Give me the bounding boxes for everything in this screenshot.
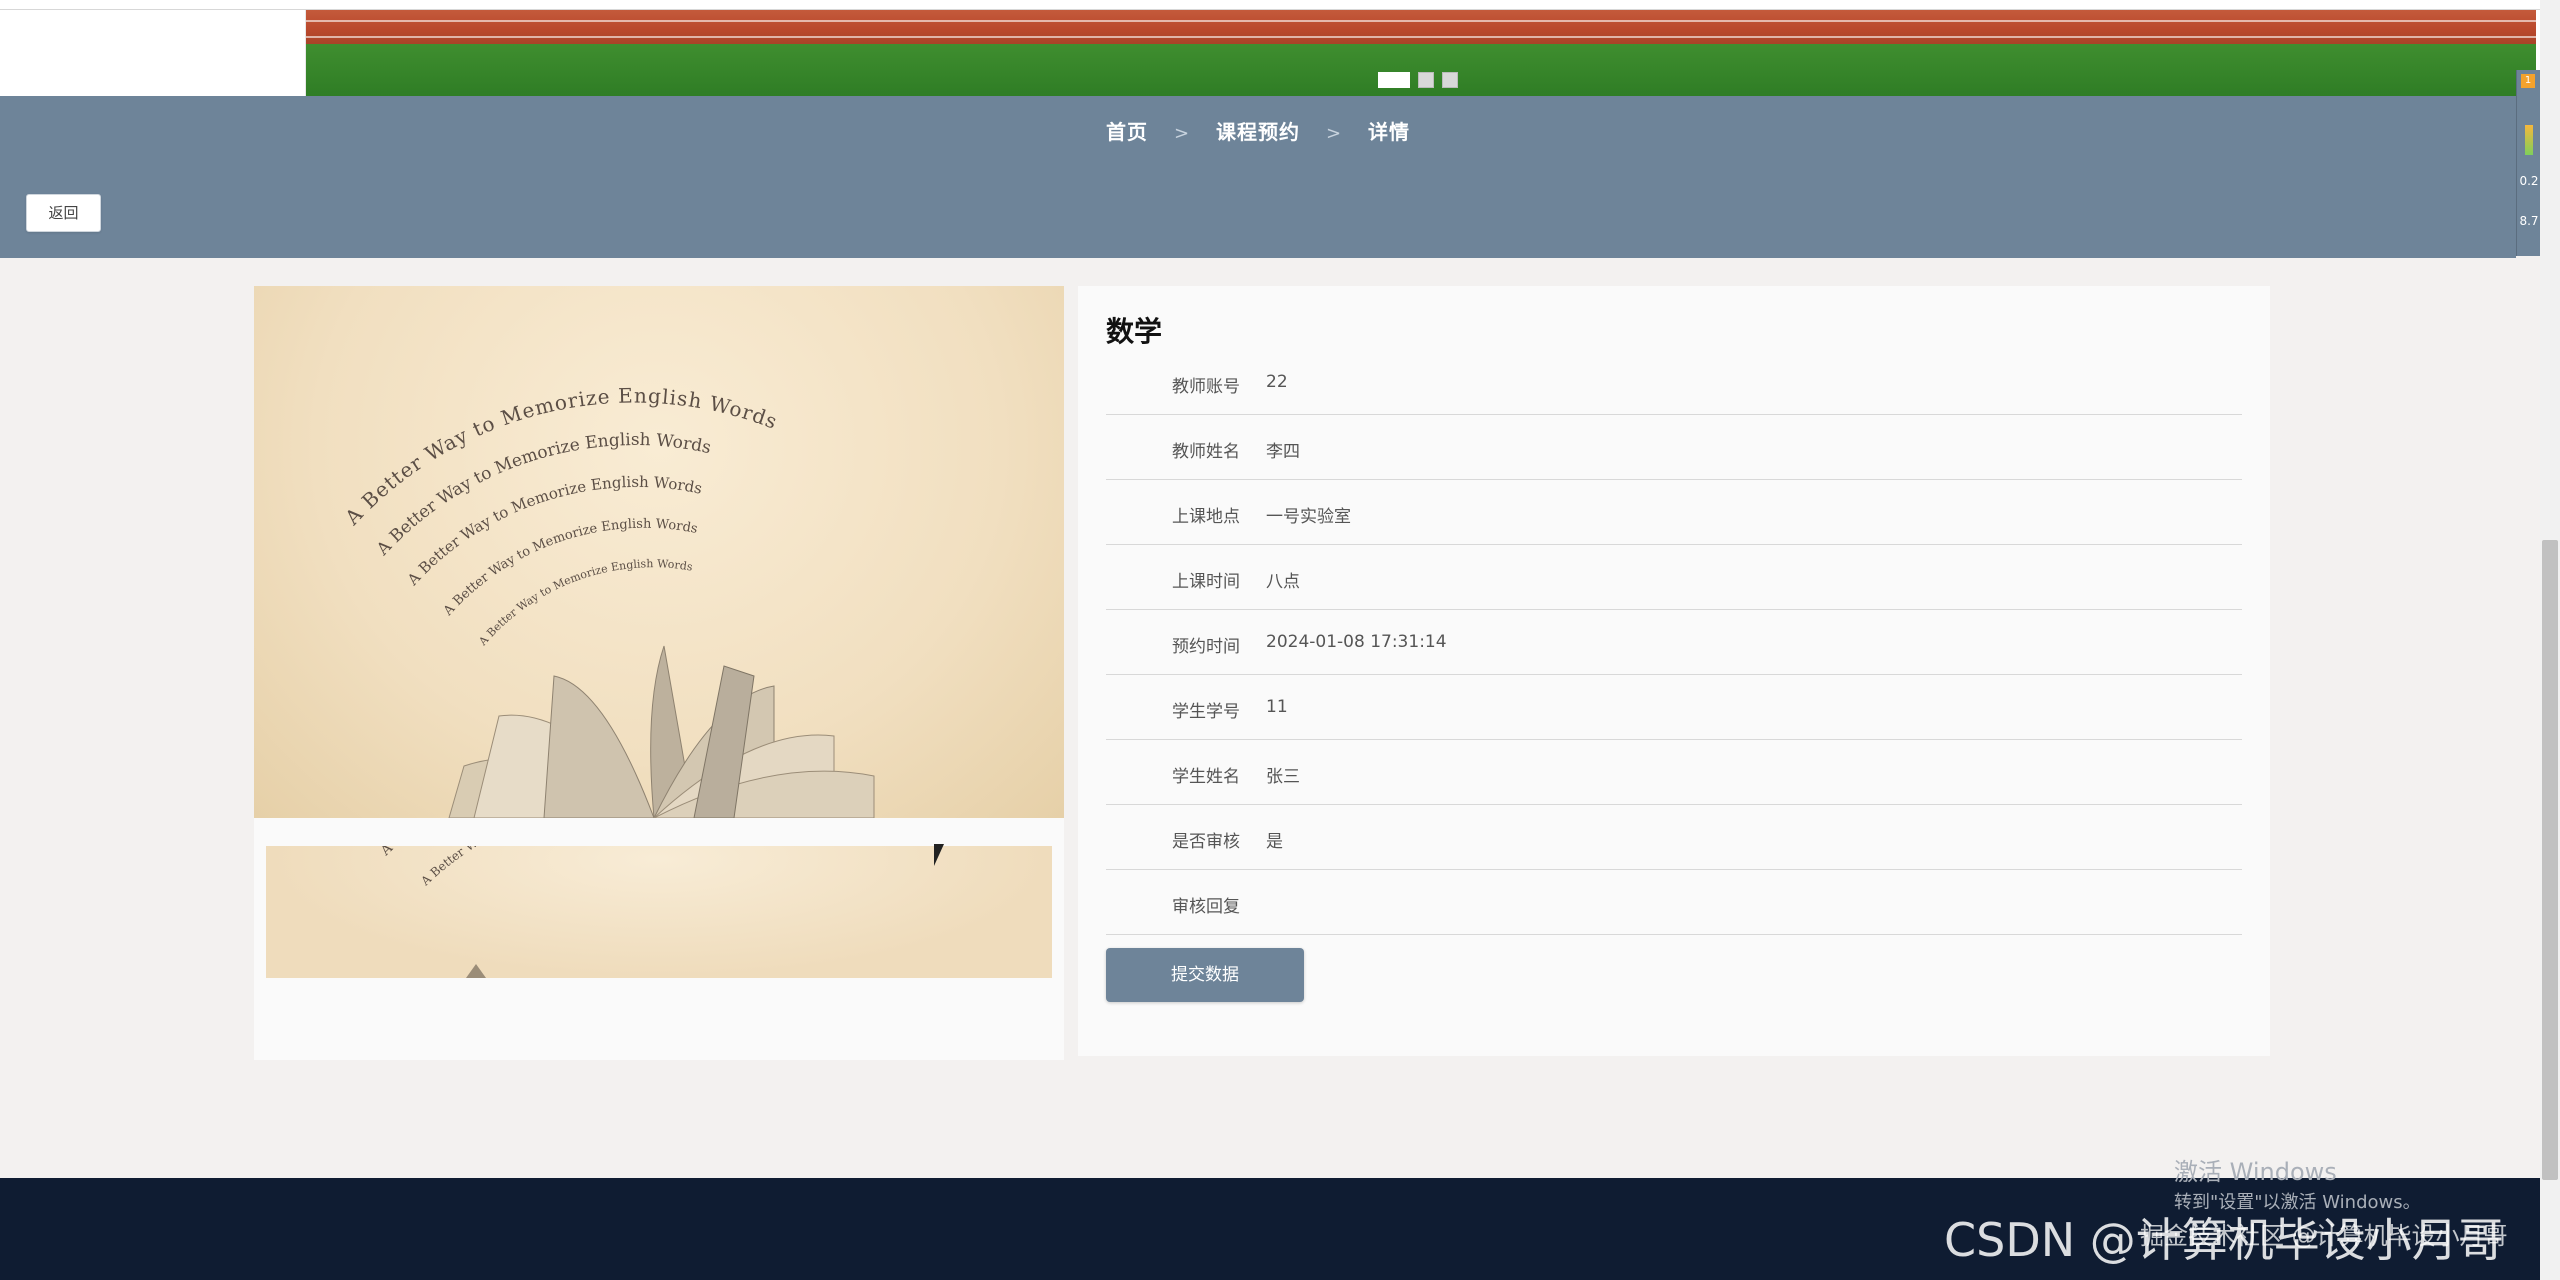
scrollbar-thumb[interactable] [2542,540,2558,1180]
running-track [306,10,2536,44]
carousel-dot-2[interactable] [1418,72,1434,88]
breadcrumb-separator: > [1173,123,1191,144]
carousel-dot-1[interactable] [1378,72,1410,88]
field-value: 11 [1266,697,1288,717]
field-value: 22 [1266,372,1288,392]
mouse-cursor-icon [934,844,954,866]
svg-text:A Better Way to Memorize Engli: A Better Way to Memorize English Words [377,846,655,860]
banner-carousel [0,0,2560,96]
grass-field [306,44,2536,96]
field-row-review-reply: 审核回复 [1106,870,2242,935]
field-row-teacher-account: 教师账号 22 [1106,350,2242,415]
field-label: 教师姓名 [1172,442,1240,462]
breadcrumb: 首页 > 课程预约 > 详情 [0,116,2516,145]
svg-text:A Better Way to Memorize Engli: A Better Way to Memorize English Words [418,846,658,889]
submit-button[interactable]: 提交数据 [1106,948,1304,1002]
top-nav-edge [0,0,2560,10]
widget-upload-value: 0.2 [2519,174,2539,188]
svg-text:A Better Way to Memorize Engli: A Better Way to Memorize English Words [476,557,694,649]
banner-left-area [0,10,306,96]
arc-text-line: A Better Way to Memorize English Words [476,557,694,649]
field-label: 学生姓名 [1172,767,1240,787]
arc-text-line: A Better Way to Memorize English Words [418,846,658,889]
windows-activation-title: 激活 Windows [2174,1158,2337,1186]
course-image-gallery: A Better Way to Memorize English Words A… [254,286,1064,1060]
field-row-reviewed: 是否审核 是 [1106,805,2242,870]
field-value: 2024-01-08 17:31:14 [1266,632,1447,652]
track-lane-line [306,20,2536,22]
back-button[interactable]: 返回 [26,194,101,232]
book-page-tip [466,964,486,978]
field-value: 八点 [1266,572,1300,592]
widget-badge: 1 [2521,74,2535,88]
field-row-location: 上课地点 一号实验室 [1106,480,2242,545]
field-label: 预约时间 [1172,637,1240,657]
breadcrumb-current: 详情 [1368,120,1411,144]
carousel-dot-3[interactable] [1442,72,1458,88]
field-label: 上课时间 [1172,572,1240,592]
open-book [448,645,875,818]
course-main-image[interactable]: A Better Way to Memorize English Words A… [254,286,1064,818]
field-label: 审核回复 [1172,897,1240,917]
field-row-student-id: 学生学号 11 [1106,675,2242,740]
field-label: 是否审核 [1172,832,1240,852]
field-row-class-time: 上课时间 八点 [1106,545,2242,610]
course-detail-panel: 数学 教师账号 22 教师姓名 李四 上课地点 一号实验室 上课时间 八点 预约… [1078,286,2270,1056]
breadcrumb-separator: > [1325,123,1343,144]
breadcrumb-bar: 首页 > 课程预约 > 详情 返回 [0,96,2516,258]
arc-text-line: A Better Way to Memorize English Words [377,846,655,860]
field-label: 上课地点 [1172,507,1240,527]
field-label: 学生学号 [1172,702,1240,722]
book-illustration: A Better Way to Memorize English Words A… [339,383,875,818]
widget-download-value: 8.7 [2519,214,2539,228]
widget-level-bar [2525,125,2533,155]
field-value: 是 [1266,832,1283,852]
field-value: 李四 [1266,442,1300,462]
field-value: 一号实验室 [1266,507,1351,527]
breadcrumb-section-link[interactable]: 课程预约 [1216,120,1300,144]
field-row-teacher-name: 教师姓名 李四 [1106,415,2242,480]
network-speed-widget[interactable]: 1 0.2 8.7 [2516,70,2540,256]
field-row-booking-time: 预约时间 2024-01-08 17:31:14 [1106,610,2242,675]
field-value: 张三 [1266,767,1300,787]
track-lane-line [306,36,2536,38]
breadcrumb-home-link[interactable]: 首页 [1106,120,1148,144]
carousel-indicators [1378,72,1458,88]
course-title: 数学 [1106,315,1163,348]
field-row-student-name: 学生姓名 张三 [1106,740,2242,805]
juejin-watermark: 掘金技术社区 @计算机毕设小月哥 [2140,1222,2508,1250]
field-label: 教师账号 [1172,377,1240,397]
